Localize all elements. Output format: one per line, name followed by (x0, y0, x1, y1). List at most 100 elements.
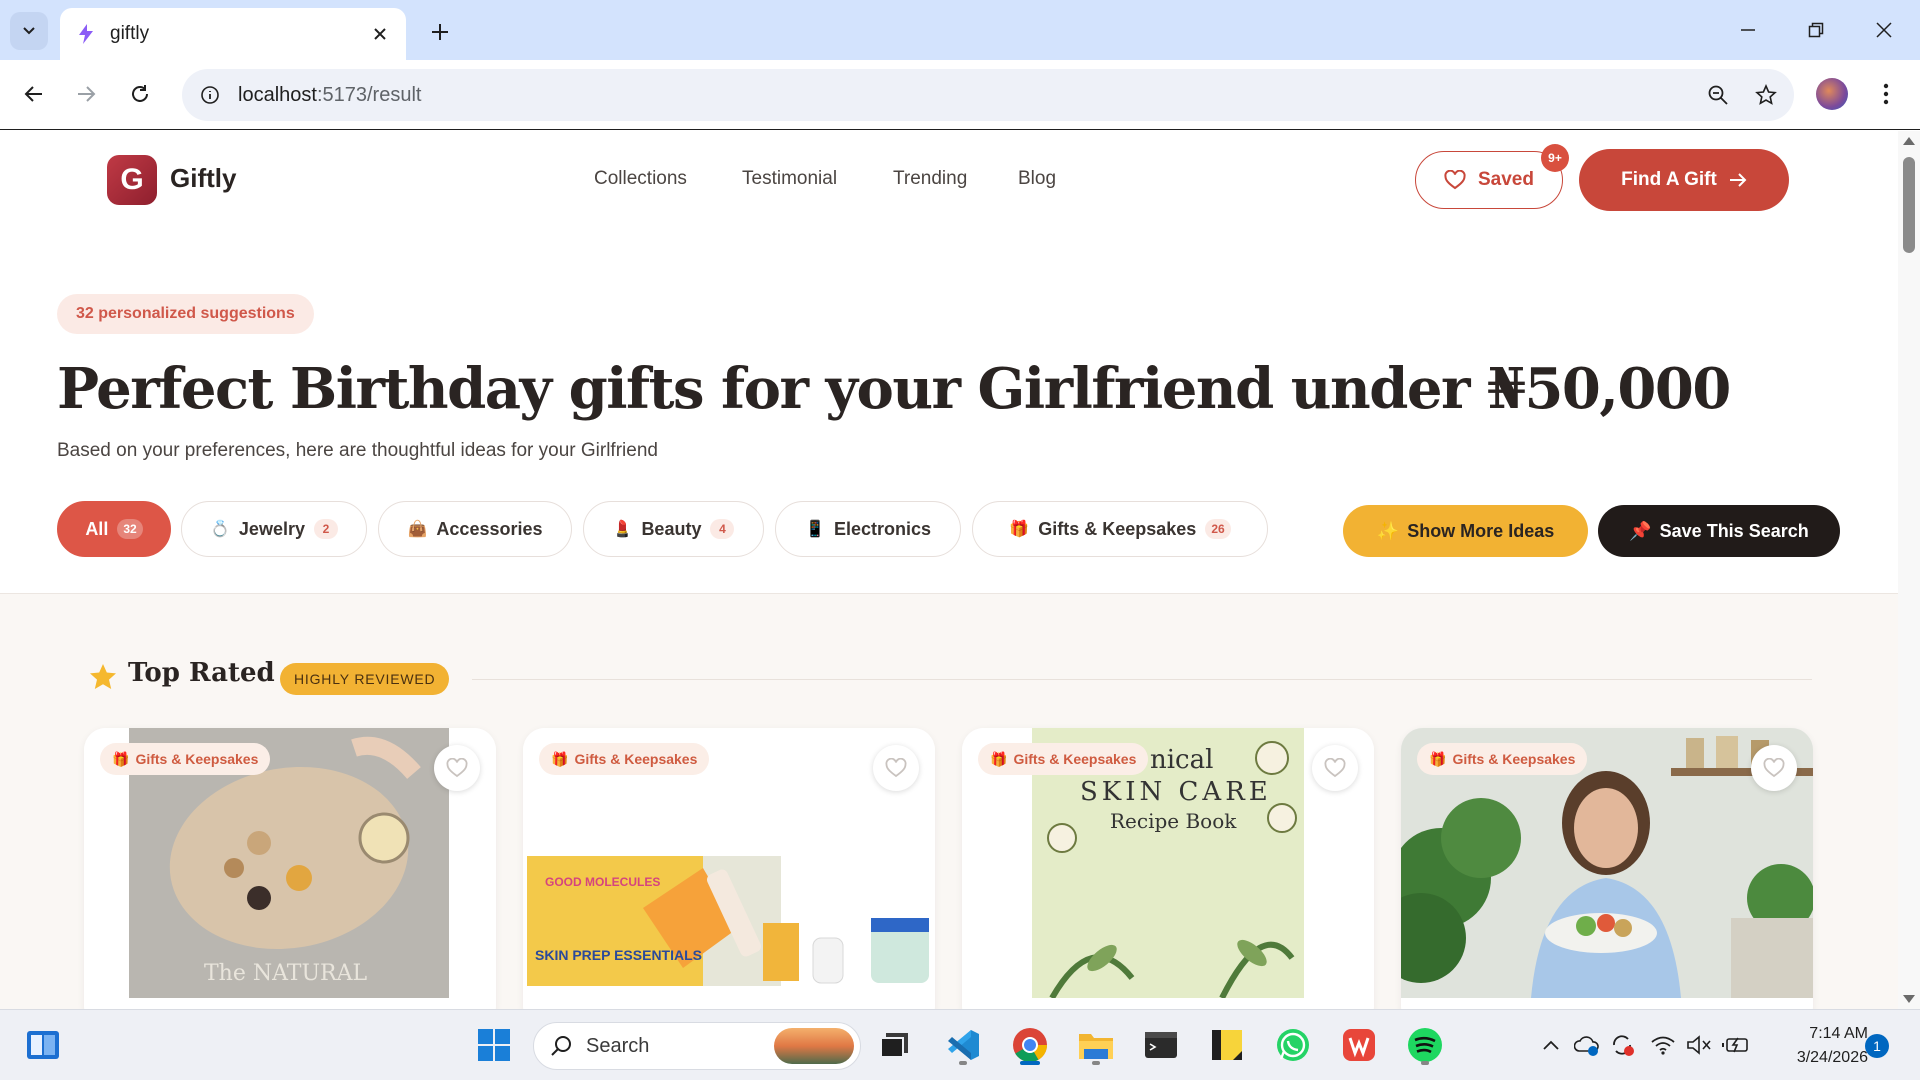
system-clock[interactable]: 7:14 AM 3/24/2026 (1758, 1022, 1868, 1070)
clock-time: 7:14 AM (1809, 1025, 1868, 1042)
volume-muted-icon[interactable] (1686, 1032, 1712, 1058)
scroll-up-arrow-icon[interactable] (1903, 137, 1915, 145)
taskbar-search[interactable]: Search (533, 1022, 861, 1070)
show-more-ideas-button[interactable]: ✨ Show More Ideas (1343, 505, 1588, 557)
tab-close-icon[interactable] (368, 22, 392, 46)
browser-menu-button[interactable] (1870, 76, 1902, 112)
favorite-button[interactable] (434, 745, 480, 791)
scroll-thumb[interactable] (1903, 157, 1915, 253)
chip-label: Jewelry (238, 518, 305, 539)
sync-alert-icon[interactable] (1610, 1032, 1636, 1058)
filter-chip-electronics[interactable]: 📱 Electronics (775, 501, 961, 557)
tab-title: giftly (110, 23, 150, 44)
page-scrollbar[interactable] (1898, 131, 1920, 1009)
address-bar[interactable]: localhost:5173/result (182, 69, 1794, 121)
file-explorer-app[interactable] (1073, 1022, 1119, 1068)
task-view-button[interactable] (872, 1022, 918, 1068)
brand-name[interactable]: Giftly (170, 163, 236, 194)
widgets-icon (27, 1031, 59, 1059)
favorite-button[interactable] (1751, 745, 1797, 791)
sticky-notes-app[interactable] (1204, 1022, 1250, 1068)
running-indicator (959, 1061, 967, 1065)
browser-tab[interactable]: giftly (60, 8, 406, 60)
favorite-button[interactable] (1312, 745, 1358, 791)
heart-icon (446, 758, 468, 778)
vscode-app[interactable] (940, 1022, 986, 1068)
save-search-label: Save This Search (1659, 520, 1809, 541)
notification-badge[interactable]: 1 (1865, 1034, 1889, 1058)
close-window-button[interactable] (1864, 10, 1904, 50)
start-button[interactable] (471, 1022, 517, 1068)
search-icon (551, 1036, 571, 1056)
spotify-app[interactable] (1402, 1022, 1448, 1068)
widgets-button[interactable] (20, 1022, 66, 1068)
spotify-icon (1408, 1028, 1442, 1062)
brand-print-text: GOOD MOLECULES (545, 875, 660, 889)
lightning-favicon-icon (79, 24, 93, 44)
find-a-gift-button[interactable]: Find A Gift (1579, 149, 1789, 211)
url-host: localhost (238, 83, 317, 106)
category-tag: 🎁 Gifts & Keepsakes (100, 743, 271, 775)
sparkles-icon: ✨ (1376, 520, 1400, 541)
scroll-down-arrow-icon[interactable] (1903, 995, 1915, 1003)
find-label: Find A Gift (1621, 169, 1717, 190)
filter-chip-gifts-keepsakes[interactable]: 🎁 Gifts & Keepsakes 26 (972, 501, 1268, 557)
filter-chip-jewelry[interactable]: 💍 Jewelry 2 (181, 501, 367, 557)
chrome-app[interactable] (1007, 1022, 1053, 1068)
nav-collections[interactable]: Collections (594, 168, 687, 190)
wps-office-app[interactable] (1336, 1022, 1382, 1068)
task-view-icon (880, 1033, 908, 1058)
zoom-icon[interactable] (1698, 75, 1738, 115)
favorite-button[interactable] (873, 745, 919, 791)
terminal-icon (1145, 1032, 1177, 1058)
terminal-app[interactable] (1138, 1022, 1184, 1068)
close-icon (1876, 22, 1892, 38)
filter-chip-accessories[interactable]: 👜 Accessories (378, 501, 572, 557)
star-icon (90, 664, 116, 689)
whatsapp-app[interactable] (1270, 1022, 1316, 1068)
product-card[interactable]: GOOD MOLECULES SKIN PREP ESSENTIALS 🎁 Gi… (523, 728, 935, 1009)
chip-label: All (85, 518, 109, 539)
folder-icon (1079, 1034, 1113, 1059)
category-tag: 🎁 Gifts & Keepsakes (978, 743, 1149, 775)
nav-trending[interactable]: Trending (893, 168, 967, 190)
nav-testimonial[interactable]: Testimonial (742, 168, 837, 190)
forward-button[interactable] (66, 74, 106, 114)
chip-count: 4 (710, 519, 735, 539)
site-info-icon[interactable] (194, 79, 226, 111)
chrome-icon (1013, 1028, 1047, 1062)
chevron-up-icon[interactable] (1538, 1032, 1564, 1058)
page-content: G Giftly Collections Testimonial Trendin… (0, 131, 1898, 1009)
filter-chip-all[interactable]: All 32 (57, 501, 171, 557)
logo-mark[interactable]: G (107, 155, 157, 205)
heart-icon (885, 758, 907, 778)
tab-search-dropdown[interactable] (10, 12, 48, 50)
product-card[interactable]: The NATURAL 🎁 Gifts & Keepsakes (84, 728, 496, 1009)
heart-icon (1444, 170, 1466, 190)
browser-toolbar: localhost:5173/result (0, 60, 1920, 130)
heart-icon (1763, 758, 1785, 778)
suggestions-count-pill: 32 personalized suggestions (57, 294, 314, 334)
back-button[interactable] (14, 74, 54, 114)
minimize-icon (1741, 29, 1755, 31)
url-text[interactable]: localhost:5173/result (238, 84, 1698, 107)
arrow-right-icon (1729, 173, 1747, 187)
active-indicator (1020, 1061, 1040, 1065)
minimize-button[interactable] (1728, 10, 1768, 50)
product-card[interactable]: nical SKIN CARE Recipe Book 🎁 Gifts & Ke… (962, 728, 1374, 1009)
section-title: Top Rated (128, 658, 275, 688)
battery-icon[interactable] (1722, 1032, 1748, 1058)
nav-blog[interactable]: Blog (1018, 168, 1056, 190)
new-tab-button[interactable] (422, 14, 458, 50)
highly-reviewed-badge: HIGHLY REVIEWED (280, 663, 450, 695)
wifi-icon[interactable] (1650, 1032, 1676, 1058)
chip-count: 2 (313, 519, 338, 539)
bookmark-star-icon[interactable] (1746, 75, 1786, 115)
filter-chip-beauty[interactable]: 💄 Beauty 4 (583, 501, 764, 557)
profile-avatar[interactable] (1816, 78, 1848, 110)
restore-button[interactable] (1796, 10, 1836, 50)
product-card[interactable]: 🎁 Gifts & Keepsakes (1401, 728, 1813, 1009)
onedrive-icon[interactable] (1574, 1032, 1600, 1058)
reload-button[interactable] (120, 74, 160, 114)
save-this-search-button[interactable]: 📌 Save This Search (1598, 505, 1840, 557)
